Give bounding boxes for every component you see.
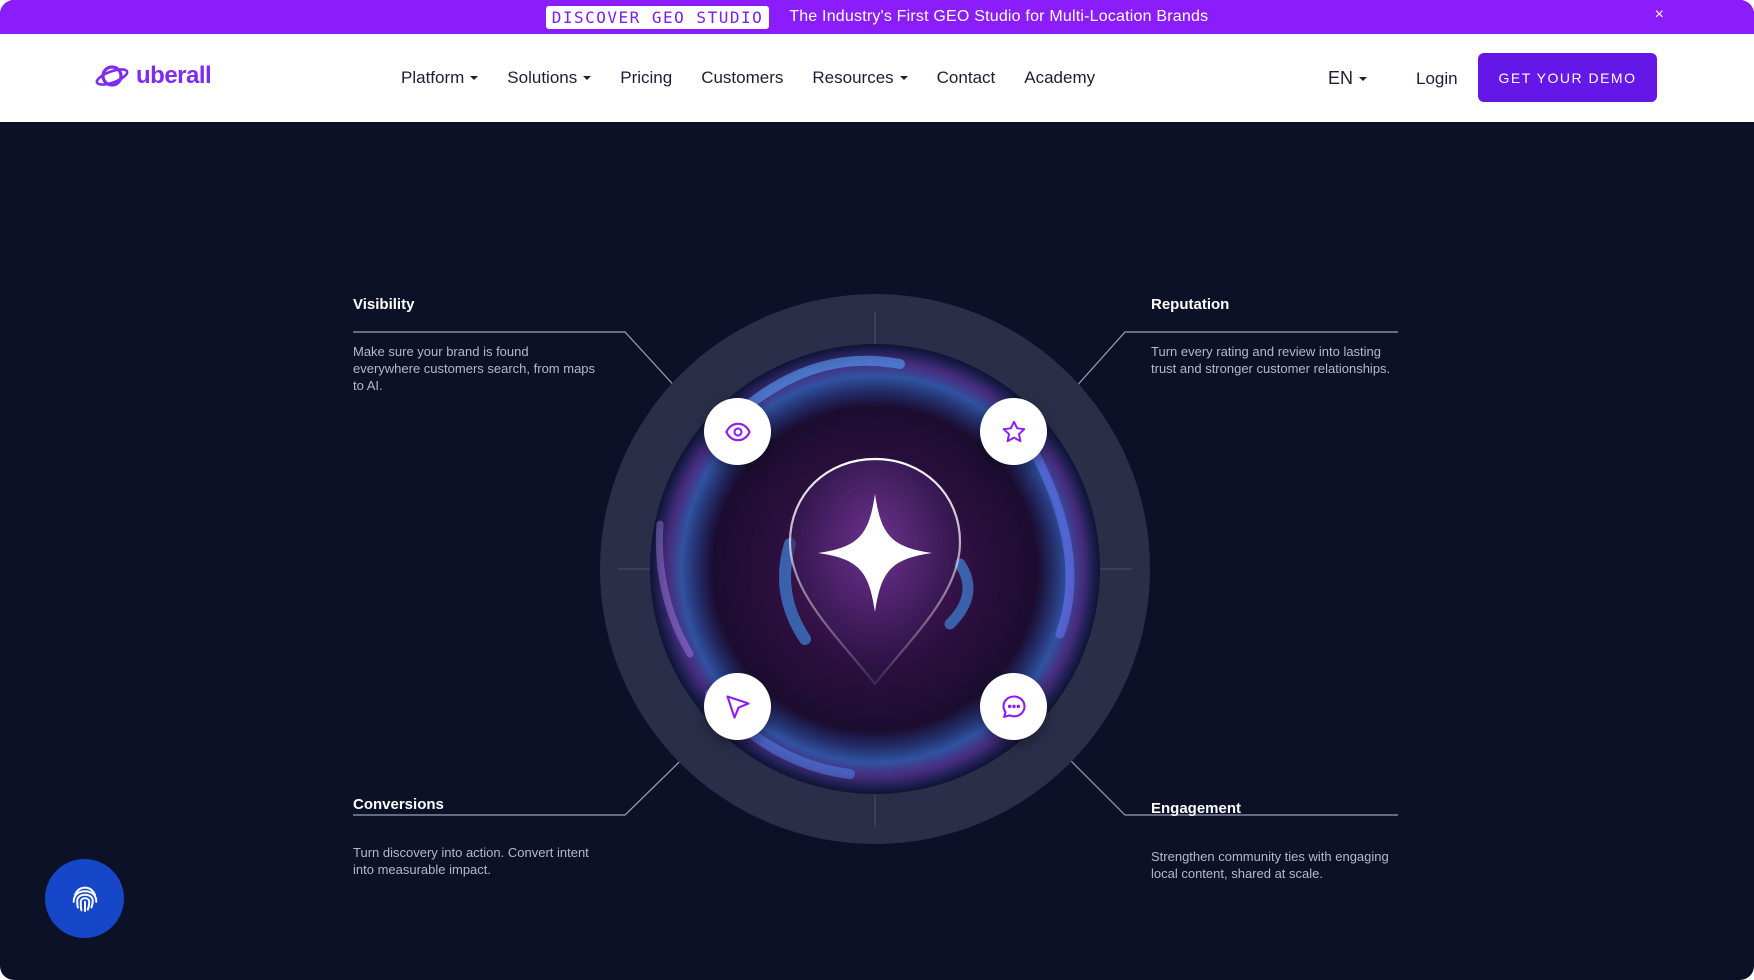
eye-icon xyxy=(724,422,751,441)
nav-customers-label: Customers xyxy=(701,68,784,87)
nav-platform[interactable]: Platform xyxy=(401,68,479,88)
nav-pricing[interactable]: Pricing xyxy=(620,68,672,88)
announcement-bar: DISCOVER GEO STUDIO The Industry's First… xyxy=(0,0,1754,34)
reputation-icon-button[interactable] xyxy=(980,398,1047,465)
conversions-icon-button[interactable] xyxy=(704,673,771,740)
reputation-description: Turn every rating and review into lastin… xyxy=(1151,344,1391,376)
engagement-description: Strengthen community ties with engaging … xyxy=(1151,849,1389,881)
visibility-description: Make sure your brand is found everywhere… xyxy=(353,344,596,393)
orb-illustration xyxy=(600,294,1150,844)
chevron-down-icon xyxy=(1359,76,1368,81)
uberall-logo[interactable]: uberall xyxy=(94,62,212,90)
login-link[interactable]: Login xyxy=(1416,69,1458,89)
get-your-demo-button[interactable]: GET YOUR DEMO xyxy=(1478,53,1657,102)
close-icon[interactable]: × xyxy=(1655,6,1664,24)
orb-graphic xyxy=(600,294,1150,849)
conversions-title: Conversions xyxy=(353,796,444,813)
nav-solutions-label: Solutions xyxy=(507,68,578,87)
engagement-icon-button[interactable] xyxy=(980,673,1047,740)
conversions-description: Turn discovery into action. Convert inte… xyxy=(353,845,589,877)
cursor-arrow-icon xyxy=(725,694,750,719)
hero-section: Visibility Make sure your brand is found… xyxy=(0,122,1754,980)
announcement-message[interactable]: The Industry's First GEO Studio for Mult… xyxy=(789,8,1208,26)
nav-pricing-label: Pricing xyxy=(620,68,673,87)
chevron-down-icon xyxy=(470,76,479,80)
nav-solutions[interactable]: Solutions xyxy=(507,68,592,88)
language-label: EN xyxy=(1328,68,1354,88)
chat-bubble-icon xyxy=(1001,694,1026,718)
star-icon xyxy=(1002,420,1025,442)
chevron-down-icon xyxy=(583,76,592,80)
main-nav: Platform Solutions Pricing Customers Res… xyxy=(401,34,1124,122)
fingerprint-icon xyxy=(72,886,97,912)
nav-resources-label: Resources xyxy=(812,68,894,87)
engagement-title: Engagement xyxy=(1151,800,1242,817)
nav-resources[interactable]: Resources xyxy=(812,68,908,88)
nav-customers[interactable]: Customers xyxy=(701,68,783,88)
visibility-icon-button[interactable] xyxy=(704,398,771,465)
discover-geo-studio-badge[interactable]: DISCOVER GEO STUDIO xyxy=(545,5,770,29)
fingerprint-button[interactable] xyxy=(45,859,124,938)
nav-contact[interactable]: Contact xyxy=(937,68,996,88)
chevron-down-icon xyxy=(899,76,908,80)
logo-wordmark: uberall xyxy=(136,62,212,89)
nav-academy[interactable]: Academy xyxy=(1024,68,1095,88)
nav-contact-label: Contact xyxy=(936,68,996,87)
language-selector[interactable]: EN xyxy=(1328,68,1368,89)
planet-logo-icon xyxy=(95,65,129,87)
nav-academy-label: Academy xyxy=(1024,68,1096,87)
visibility-title: Visibility xyxy=(353,296,415,313)
page-frame: DISCOVER GEO STUDIO The Industry's First… xyxy=(0,0,1754,980)
nav-platform-label: Platform xyxy=(401,68,465,87)
site-header: uberall Platform Solutions Pricing Custo… xyxy=(0,34,1754,122)
reputation-title: Reputation xyxy=(1151,296,1230,313)
